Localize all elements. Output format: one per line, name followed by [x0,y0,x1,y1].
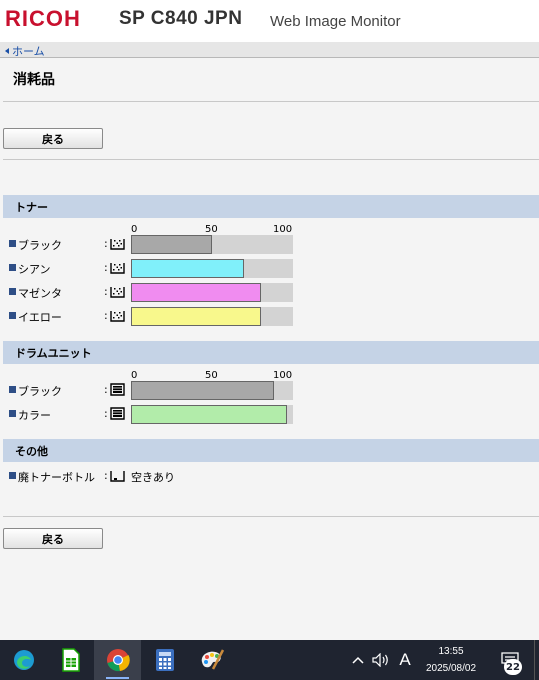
colon: : [104,383,108,396]
calculator-icon[interactable] [141,640,188,680]
level-bar-fill [131,381,274,400]
level-bar-track [131,235,293,254]
level-bar-fill [131,235,212,254]
libreoffice-calc-icon[interactable] [47,640,94,680]
paint-icon[interactable] [188,640,235,680]
scale-label-0: 0 [131,370,138,381]
toner-cartridge-icon [110,311,125,322]
drum-unit-icon [110,407,125,420]
bullet-square-icon [9,288,16,295]
divider [3,159,539,160]
colon: : [104,407,108,420]
level-bar-track [131,259,293,278]
back-button-bottom[interactable]: 戻る [3,528,103,549]
scale-label-100: 100 [273,224,293,235]
waste-toner-row: 廃トナーボトル : 空きあり [0,467,300,485]
header: RICOH SP C840 JPN Web Image Monitor [0,0,539,42]
supply-label: ブラック [18,385,62,398]
level-bar-track [131,405,293,424]
back-button-top[interactable]: 戻る [3,128,103,149]
level-bar-fill [131,307,261,326]
arrow-left-icon [5,48,9,54]
clock-date: 2025/08/02 [425,663,477,674]
scale-label-50: 50 [205,370,218,381]
level-bar-track [131,307,293,326]
supply-label: シアン [18,263,51,276]
toner-cartridge-icon [110,239,125,250]
taskbar: A 13:55 2025/08/02 22 [0,640,539,680]
model-name: SP C840 JPN [119,8,243,29]
divider [3,516,539,517]
level-bar-fill [131,283,261,302]
bullet-square-icon [9,264,16,271]
drum-scale: 0 50 100 [131,370,293,381]
drum-row: ブラック: [0,381,300,400]
waste-toner-status: 空きあり [131,471,175,484]
toner-cartridge-icon [110,287,125,298]
breadcrumb-home-link[interactable]: ホーム [5,43,45,59]
section-other-header: その他 [3,439,539,462]
colon: : [104,237,108,250]
scale-label-50: 50 [205,224,218,235]
supply-label: マゼンタ [18,287,62,300]
clock[interactable]: 13:55 2025/08/02 [418,643,484,677]
notification-count-badge: 22 [504,659,522,675]
edge-icon[interactable] [0,640,47,680]
page-title: 消耗品 [13,72,55,88]
drum-unit-icon [110,383,125,396]
drum-row: カラー: [0,405,300,424]
chrome-icon[interactable] [94,640,141,680]
toner-cartridge-icon [110,263,125,274]
waste-bottle-icon [110,471,125,482]
clock-time: 13:55 [438,646,464,657]
bullet-square-icon [9,312,16,319]
level-bar-track [131,283,293,302]
level-bar-fill [131,405,287,424]
level-bar-track [131,381,293,400]
volume-icon[interactable] [370,640,392,680]
toner-row: ブラック: [0,235,300,254]
waste-toner-label: 廃トナーボトル [18,471,95,484]
colon: : [104,285,108,298]
ime-indicator[interactable]: A [394,640,416,680]
toner-scale: 0 50 100 [131,224,293,235]
show-desktop-button[interactable] [534,640,535,680]
colon: : [104,309,108,322]
toner-row: シアン: [0,259,300,278]
section-toner-header: トナー [3,195,539,218]
supply-label: カラー [18,409,51,422]
breadcrumb-home-label: ホーム [12,45,45,58]
colon: : [104,469,108,482]
section-drum-header: ドラムユニット [3,341,539,364]
bullet-square-icon [9,386,16,393]
supply-label: ブラック [18,239,62,252]
colon: : [104,261,108,274]
scale-label-0: 0 [131,224,138,235]
bullet-square-icon [9,472,16,479]
divider [3,101,539,102]
supply-label: イエロー [18,311,62,324]
breadcrumb-bar: ホーム [0,42,539,58]
level-bar-fill [131,259,245,278]
toner-row: マゼンタ: [0,283,300,302]
bullet-square-icon [9,410,16,417]
bullet-square-icon [9,240,16,247]
toner-row: イエロー: [0,307,300,326]
scale-label-100: 100 [273,370,293,381]
brand-logo: RICOH [5,6,81,31]
notification-button[interactable]: 22 [494,640,526,680]
chevron-up-icon[interactable] [348,640,368,680]
app-subtitle: Web Image Monitor [270,13,401,30]
